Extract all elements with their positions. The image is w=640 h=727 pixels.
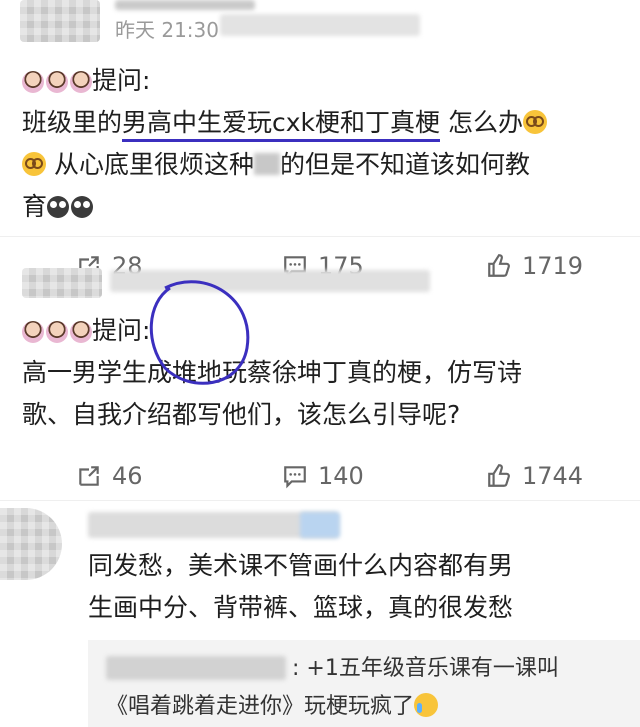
thumbs-up-icon <box>488 464 510 487</box>
commenter-badge-blurred <box>300 512 340 538</box>
sobbing-face-icon <box>47 196 70 218</box>
divider <box>0 236 640 237</box>
reply-content: : +1五年级音乐课有一课叫 《唱着跳着走进你》玩梗玩疯了 <box>106 650 636 726</box>
reply-line1: : +1五年级音乐课有一课叫 <box>292 656 559 681</box>
username-blurred[interactable] <box>115 0 255 10</box>
raising-hand-emoji-group <box>22 321 92 343</box>
share-button[interactable]: 46 <box>76 462 143 490</box>
post2-line2: 歌、自我介绍都写他们，该怎么引导呢? <box>22 400 461 429</box>
raising-hand-icon <box>22 71 44 93</box>
sobbing-face-icon <box>71 196 94 218</box>
comment-line2: 生画中分、背带裤、篮球，真的很发愁 <box>88 593 514 622</box>
post-timestamp: 昨天 21:30 <box>115 18 219 42</box>
like-button[interactable]: 1744 <box>486 462 583 490</box>
reply-box[interactable]: : +1五年级音乐课有一课叫 《唱着跳着走进你》玩梗玩疯了 <box>88 640 640 727</box>
reply-line2: 《唱着跳着走进你》玩梗玩疯了 <box>106 694 415 719</box>
post2-content: 提问: 高一男学生成堆地玩蔡徐坤丁真的梗，仿写诗 歌、自我介绍都写他们，该怎么引… <box>22 310 622 436</box>
post1-line1-a: 班级里的 <box>22 108 123 137</box>
raising-hand-icon <box>70 321 92 343</box>
raising-hand-emoji-group <box>22 71 92 93</box>
like-count: 1744 <box>522 462 584 490</box>
comment-line1: 同发愁，美术课不管画什么内容都有男 <box>88 551 514 580</box>
share-count: 46 <box>112 462 143 490</box>
post1-line2-b: 的但是不知道该如何教 <box>279 150 530 179</box>
post1-line3: 育 <box>22 192 48 221</box>
comment-content: 同发愁，美术课不管画什么内容都有男 生画中分、背带裤、篮球，真的很发愁 <box>88 545 628 629</box>
question-prefix: 提问: <box>92 66 151 95</box>
comment-count: 140 <box>318 462 364 490</box>
like-button[interactable]: 1719 <box>486 252 583 280</box>
divider <box>0 500 640 501</box>
comment-icon <box>284 466 306 489</box>
avatar[interactable] <box>22 268 102 298</box>
like-count: 1719 <box>522 252 584 280</box>
post2-line1: 高一男学生成堆地玩蔡徐坤丁真的梗，仿写诗 <box>22 358 523 387</box>
commenter-avatar[interactable] <box>0 508 62 580</box>
comment-button[interactable]: 140 <box>282 462 364 490</box>
post1-line1-c: 怎么办 <box>440 108 523 137</box>
thumbs-up-icon <box>488 254 510 277</box>
dizzy-face-icon <box>22 152 46 176</box>
censored-blur <box>253 153 280 175</box>
raising-hand-icon <box>22 321 44 343</box>
raising-hand-icon <box>46 71 68 93</box>
blurred-tag <box>220 14 420 36</box>
post1-line2: 从心底里很烦这种 <box>46 150 254 179</box>
post1-line1-highlight: 男高中生爱玩cxk梗和丁真梗 <box>122 108 441 142</box>
crying-face-icon <box>414 693 439 717</box>
raising-hand-icon <box>46 321 68 343</box>
post1-content: 提问: 班级里的男高中生爱玩cxk梗和丁真梗 怎么办 从心底里很烦这种 的但是不知… <box>22 60 622 228</box>
share-icon <box>79 466 99 486</box>
annotation-circle <box>149 280 250 385</box>
raising-hand-icon <box>70 71 92 93</box>
avatar[interactable] <box>20 0 100 42</box>
dizzy-face-icon <box>523 110 547 134</box>
